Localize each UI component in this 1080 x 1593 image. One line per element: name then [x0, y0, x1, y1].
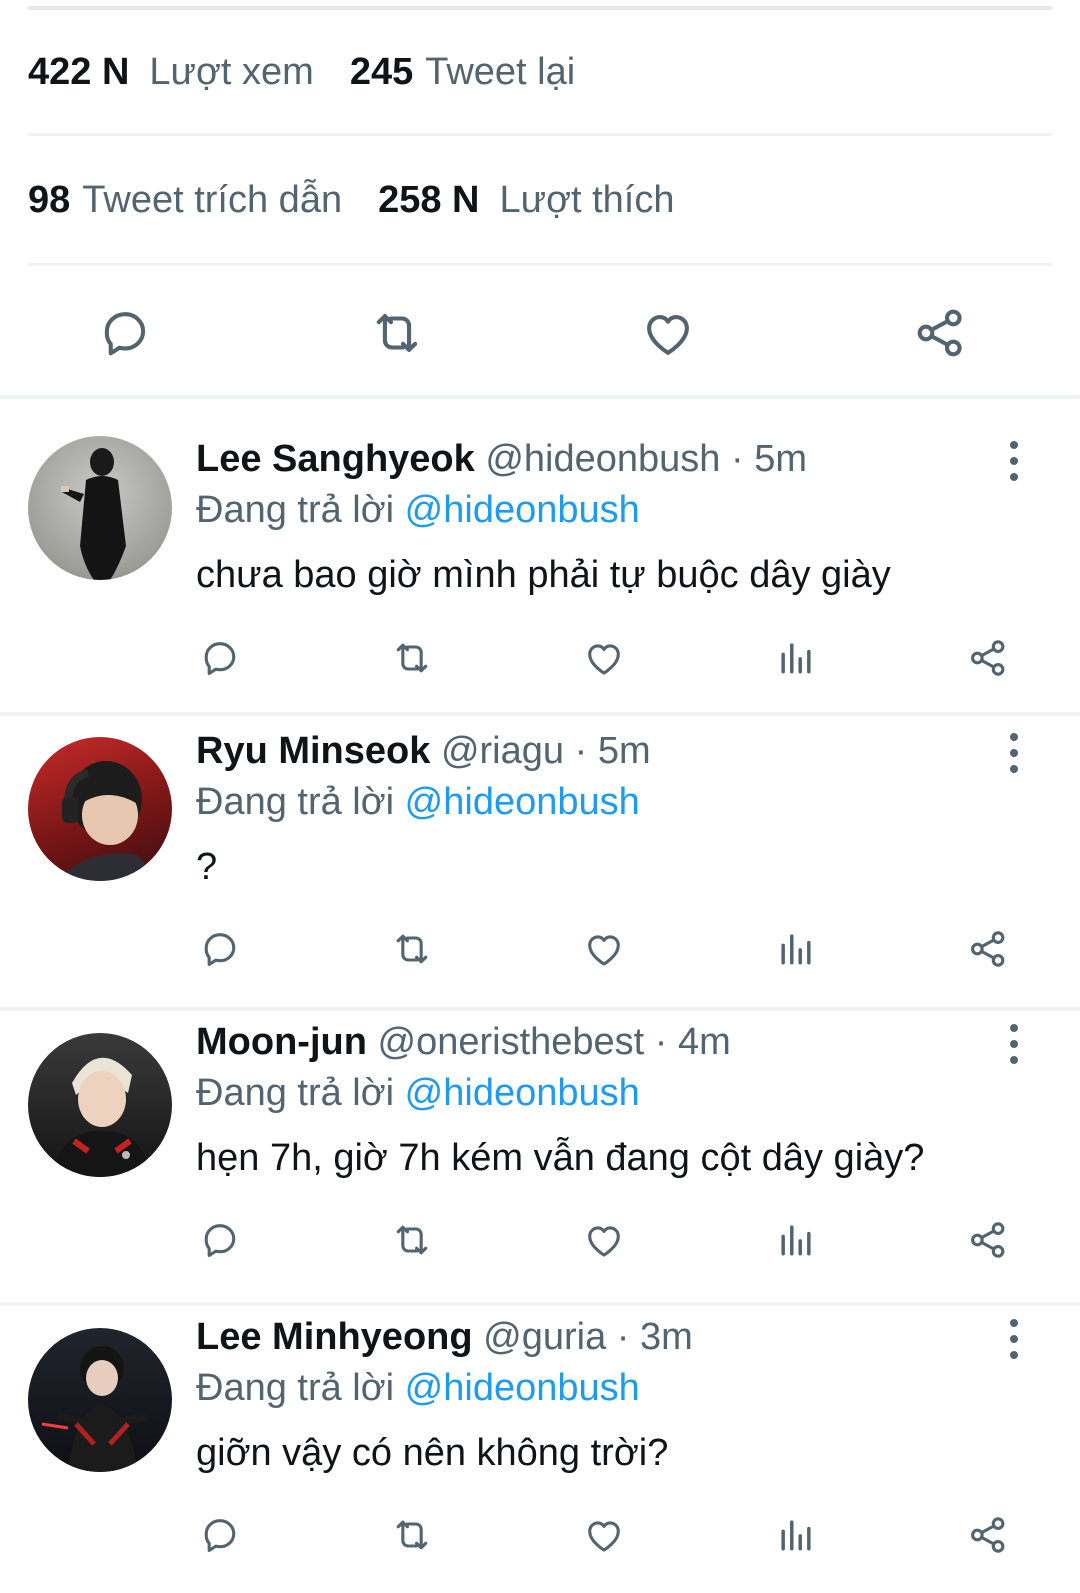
likes-label: Lượt thích	[499, 178, 675, 221]
reply-tweet[interactable]: Moon-jun @oneristhebest · 4m Đang trả lờ…	[0, 1010, 1080, 1300]
retweets-stat[interactable]: 245 Tweet lại	[350, 51, 575, 94]
retweet-icon[interactable]	[389, 926, 435, 972]
top-divider	[28, 6, 1052, 10]
replying-to-label: Đang trả lời	[196, 489, 395, 531]
display-name[interactable]: Lee Sanghyeok	[196, 438, 475, 480]
views-chart-icon[interactable]	[773, 926, 819, 972]
replying-to-label: Đang trả lời	[196, 1367, 395, 1409]
user-handle[interactable]: @riagu	[441, 730, 564, 772]
replying-to: Đang trả lời @hideonbush	[196, 1364, 1010, 1412]
display-name[interactable]: Moon-jun	[196, 1021, 367, 1063]
more-vertical-icon[interactable]	[1004, 733, 1024, 773]
views-count: 422 N	[28, 50, 130, 93]
likes-stat[interactable]: 258 N Lượt thích	[378, 179, 674, 222]
tweet-header: Lee Sanghyeok @hideonbush · 5m	[196, 435, 1010, 483]
stats-row-1: 422 N Lượt xem 245 Tweet lại	[28, 40, 1052, 104]
timestamp[interactable]: 5m	[754, 438, 807, 480]
avatar[interactable]	[28, 436, 172, 580]
more-vertical-icon[interactable]	[1004, 1024, 1024, 1064]
more-vertical-icon[interactable]	[1004, 441, 1024, 481]
separator-dot: ·	[574, 730, 588, 772]
quotes-count: 98	[28, 178, 71, 221]
heart-icon[interactable]	[581, 926, 627, 972]
tweet-header: Moon-jun @oneristhebest · 4m	[196, 1018, 1010, 1066]
separator-dot: ·	[654, 1021, 668, 1063]
tweet-body: Ryu Minseok @riagu · 5m Đang trả lời @hi…	[196, 727, 1010, 891]
tweet-actions	[0, 926, 1080, 976]
timestamp[interactable]: 3m	[640, 1316, 693, 1358]
reply-icon[interactable]	[197, 1512, 243, 1558]
avatar[interactable]	[28, 1033, 172, 1177]
tweet-text: chưa bao giờ mình phải tự buộc dây giày	[196, 554, 891, 596]
separator-dot: ·	[616, 1316, 630, 1358]
reply-icon[interactable]	[197, 635, 243, 681]
views-stat[interactable]: 422 N Lượt xem	[28, 51, 314, 94]
reply-icon[interactable]	[197, 926, 243, 972]
stats-divider	[28, 263, 1052, 266]
views-chart-icon[interactable]	[773, 1217, 819, 1263]
display-name[interactable]: Lee Minhyeong	[196, 1316, 473, 1358]
user-handle[interactable]: @hideonbush	[485, 438, 720, 480]
retweet-icon[interactable]	[367, 303, 427, 363]
tweet-text: ?	[196, 846, 218, 888]
user-handle[interactable]: @guria	[483, 1316, 606, 1358]
retweet-icon[interactable]	[389, 1217, 435, 1263]
likes-count: 258 N	[378, 178, 480, 221]
main-tweet-actions	[0, 293, 1080, 373]
tweet-actions	[0, 635, 1080, 685]
heart-icon[interactable]	[581, 1217, 627, 1263]
replying-to: Đang trả lời @hideonbush	[196, 486, 1010, 534]
retweets-label: Tweet lại	[425, 50, 576, 93]
heart-icon[interactable]	[581, 1512, 627, 1558]
reply-icon[interactable]	[95, 303, 155, 363]
share-icon[interactable]	[965, 1217, 1011, 1263]
timestamp[interactable]: 5m	[598, 730, 651, 772]
avatar[interactable]	[28, 737, 172, 881]
tweet-text: giỡn vậy có nên không trời?	[196, 1432, 669, 1474]
reply-tweet[interactable]: Lee Sanghyeok @hideonbush · 5m Đang trả …	[0, 399, 1080, 689]
heart-icon[interactable]	[581, 635, 627, 681]
stats-row-2: 98 Tweet trích dẫn 258 N Lượt thích	[28, 168, 1052, 232]
reply-tweet[interactable]: Ryu Minseok @riagu · 5m Đang trả lời @hi…	[0, 715, 1080, 1005]
quotes-stat[interactable]: 98 Tweet trích dẫn	[28, 179, 342, 222]
reply-icon[interactable]	[197, 1217, 243, 1263]
mention-link[interactable]: @hideonbush	[405, 1367, 640, 1409]
tweet-body: Lee Minhyeong @guria · 3m Đang trả lời @…	[196, 1313, 1010, 1477]
tweet-header: Lee Minhyeong @guria · 3m	[196, 1313, 1010, 1361]
tweet-actions	[0, 1512, 1080, 1562]
tweet-header: Ryu Minseok @riagu · 5m	[196, 727, 1010, 775]
heart-icon[interactable]	[638, 303, 698, 363]
replying-to-label: Đang trả lời	[196, 781, 395, 823]
tweet-body: Moon-jun @oneristhebest · 4m Đang trả lờ…	[196, 1018, 1010, 1182]
views-chart-icon[interactable]	[773, 635, 819, 681]
user-handle[interactable]: @oneristhebest	[378, 1021, 645, 1063]
share-icon[interactable]	[910, 303, 970, 363]
tweet-text: hẹn 7h, giờ 7h kém vẫn đang cột dây giày…	[196, 1137, 925, 1179]
tweet-actions	[0, 1217, 1080, 1267]
mention-link[interactable]: @hideonbush	[405, 489, 640, 531]
tweet-body: Lee Sanghyeok @hideonbush · 5m Đang trả …	[196, 435, 1010, 599]
quotes-label: Tweet trích dẫn	[82, 178, 343, 221]
share-icon[interactable]	[965, 635, 1011, 681]
views-label: Lượt xem	[149, 50, 314, 93]
separator-dot: ·	[730, 438, 744, 480]
display-name[interactable]: Ryu Minseok	[196, 730, 430, 772]
mention-link[interactable]: @hideonbush	[405, 1072, 640, 1114]
replying-to: Đang trả lời @hideonbush	[196, 1069, 1010, 1117]
avatar[interactable]	[28, 1328, 172, 1472]
stats-divider	[28, 133, 1052, 136]
timestamp[interactable]: 4m	[678, 1021, 731, 1063]
replying-to-label: Đang trả lời	[196, 1072, 395, 1114]
mention-link[interactable]: @hideonbush	[405, 781, 640, 823]
retweet-icon[interactable]	[389, 635, 435, 681]
share-icon[interactable]	[965, 1512, 1011, 1558]
more-vertical-icon[interactable]	[1004, 1319, 1024, 1359]
retweet-icon[interactable]	[389, 1512, 435, 1558]
views-chart-icon[interactable]	[773, 1512, 819, 1558]
retweets-count: 245	[349, 50, 414, 93]
replying-to: Đang trả lời @hideonbush	[196, 778, 1010, 826]
reply-tweet[interactable]: Lee Minhyeong @guria · 3m Đang trả lời @…	[0, 1305, 1080, 1593]
share-icon[interactable]	[965, 926, 1011, 972]
